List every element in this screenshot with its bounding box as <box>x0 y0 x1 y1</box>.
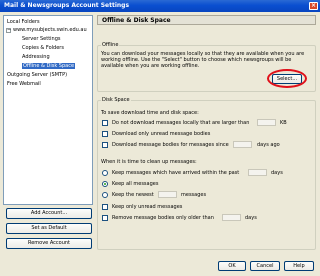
keep-newest-radio[interactable] <box>102 192 108 198</box>
tree-item-local-folders[interactable]: Local Folders <box>7 18 40 26</box>
disk-space-legend: Disk Space <box>101 97 131 103</box>
remove-older-unit: days <box>245 215 257 221</box>
tree-item-offline-disk-space[interactable]: Offline & Disk Space <box>22 62 76 70</box>
max-size-checkbox[interactable] <box>102 120 108 126</box>
bodies-since-unit: days ago <box>257 142 280 148</box>
tree-item-outgoing-server[interactable]: Outgoing Server (SMTP) <box>7 71 67 79</box>
keep-newest-unit: messages <box>181 192 207 198</box>
keep-within-label: Keep messages which have arrived within … <box>112 170 240 176</box>
max-size-input[interactable] <box>257 119 276 126</box>
unread-bodies-label: Download only unread message bodies <box>112 131 211 137</box>
tree-item-copies-folders[interactable]: Copies & Folders <box>22 44 64 52</box>
panel-title: Offline & Disk Space <box>97 15 316 25</box>
keep-within-input[interactable] <box>248 169 267 176</box>
cancel-button[interactable]: Cancel <box>250 261 280 271</box>
disk-intro: To save download time and disk space: <box>101 110 199 116</box>
offline-description: You can download your messages locally s… <box>101 51 305 69</box>
cleanup-intro: When it is time to clean up messages: <box>101 159 197 165</box>
keep-unread-label: Keep only unread messages <box>112 204 183 210</box>
remove-older-checkbox[interactable] <box>102 215 108 221</box>
tree-item-account[interactable]: www.mysubjects.swin.edu.au <box>13 26 87 34</box>
keep-within-radio[interactable] <box>102 170 108 176</box>
tree-item-free-webmail[interactable]: Free Webmail <box>7 80 41 88</box>
unread-bodies-checkbox[interactable] <box>102 131 108 137</box>
tree-item-server-settings[interactable]: Server Settings <box>22 35 61 43</box>
bodies-since-input[interactable] <box>233 141 252 148</box>
bodies-since-checkbox[interactable] <box>102 142 108 148</box>
max-size-label: Do not download messages locally that ar… <box>112 120 250 126</box>
keep-newest-input[interactable] <box>158 191 177 198</box>
help-button[interactable]: Help <box>284 261 314 271</box>
keep-unread-checkbox[interactable] <box>102 204 108 210</box>
keep-all-radio[interactable] <box>102 181 108 187</box>
keep-within-unit: days <box>271 170 283 176</box>
window-titlebar: Mail & Newsgroups Account Settings × <box>0 0 320 12</box>
max-size-unit: KB <box>280 120 287 126</box>
tree-item-addressing[interactable]: Addressing <box>22 53 50 61</box>
close-icon[interactable]: × <box>309 2 318 10</box>
bodies-since-label: Download message bodies for messages sin… <box>112 142 229 148</box>
set-default-button[interactable]: Set as Default <box>6 223 92 234</box>
highlight-annotation <box>267 69 307 88</box>
remove-account-button[interactable]: Remove Account <box>6 238 92 249</box>
remove-older-label: Remove message bodies only older than <box>112 215 214 221</box>
ok-button[interactable]: OK <box>218 261 246 271</box>
add-account-button[interactable]: Add Account... <box>6 208 92 219</box>
remove-older-input[interactable] <box>222 214 241 221</box>
account-tree[interactable]: Local Folders − www.mysubjects.swin.edu.… <box>3 15 93 205</box>
offline-legend: Offline <box>101 42 120 48</box>
collapse-icon[interactable]: − <box>6 28 11 33</box>
window-title: Mail & Newsgroups Account Settings <box>4 2 130 9</box>
keep-newest-label: Keep the newest <box>112 192 154 198</box>
keep-all-label: Keep all messages <box>112 181 159 187</box>
